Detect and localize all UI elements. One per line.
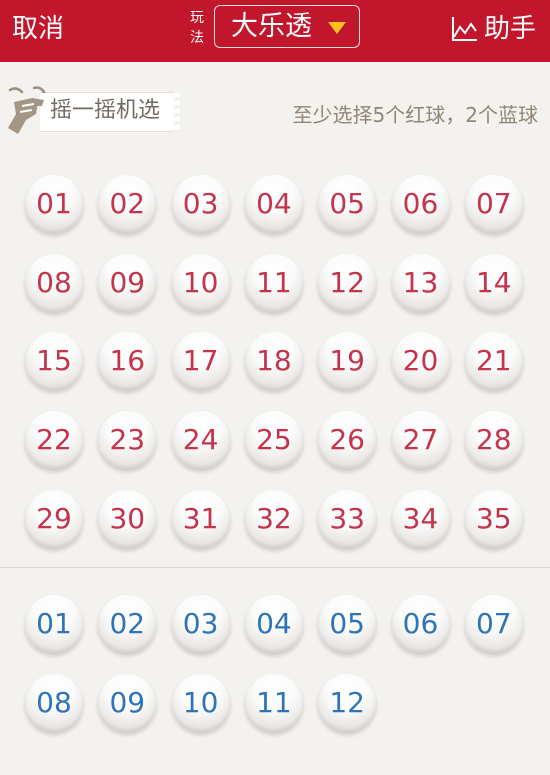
blue-ball-11[interactable]: 11	[244, 673, 303, 732]
red-ball-19[interactable]: 19	[318, 332, 377, 391]
red-ball-22[interactable]: 22	[25, 411, 83, 470]
red-ball-03[interactable]: 03	[171, 175, 230, 233]
selection-hint: 至少选择5个红球，2个蓝球	[292, 103, 538, 127]
red-ball-06[interactable]: 06	[391, 175, 450, 233]
shake-random-pick-button[interactable]: 摇一摇机选	[0, 84, 180, 138]
red-ball-13[interactable]: 13	[391, 253, 450, 312]
red-ball-07[interactable]: 07	[464, 175, 523, 233]
red-ball-24[interactable]: 24	[171, 411, 230, 470]
game-type-selector[interactable]: 大乐透	[214, 5, 360, 48]
blue-ball-12[interactable]: 12	[318, 673, 377, 732]
red-ball-32[interactable]: 32	[244, 489, 303, 548]
red-ball-14[interactable]: 14	[464, 253, 523, 312]
red-ball-12[interactable]: 12	[318, 253, 377, 312]
red-ball-33[interactable]: 33	[318, 489, 377, 548]
red-ball-34[interactable]: 34	[391, 489, 450, 548]
red-ball-16[interactable]: 16	[98, 332, 157, 391]
chart-icon	[452, 17, 477, 41]
red-ball-25[interactable]: 25	[244, 411, 303, 470]
blue-ball-04[interactable]: 04	[244, 595, 303, 653]
helper-button[interactable]: 助手	[450, 12, 536, 46]
red-ball-15[interactable]: 15	[25, 332, 83, 391]
red-ball-02[interactable]: 02	[98, 175, 157, 233]
red-ball-21[interactable]: 21	[464, 332, 523, 391]
blue-ball-07[interactable]: 07	[464, 595, 523, 653]
red-ball-20[interactable]: 20	[391, 332, 450, 391]
red-ball-04[interactable]: 04	[244, 175, 303, 233]
blue-ball-09[interactable]: 09	[98, 673, 157, 732]
red-ball-01[interactable]: 01	[25, 175, 83, 233]
red-ball-09[interactable]: 09	[98, 253, 157, 312]
red-ball-31[interactable]: 31	[171, 489, 230, 548]
red-ball-17[interactable]: 17	[171, 332, 230, 391]
blue-ball-10[interactable]: 10	[171, 673, 230, 732]
top-bar: 取消 玩法 大乐透 助手	[0, 0, 550, 62]
red-ball-11[interactable]: 11	[244, 253, 303, 312]
shake-hand-icon	[8, 86, 46, 134]
blue-ball-05[interactable]: 05	[318, 595, 377, 653]
blue-ball-01[interactable]: 01	[25, 595, 83, 653]
red-ball-30[interactable]: 30	[98, 489, 157, 548]
red-ball-26[interactable]: 26	[318, 411, 377, 470]
helper-label: 助手	[484, 14, 537, 44]
red-ball-08[interactable]: 08	[25, 253, 83, 312]
red-ball-29[interactable]: 29	[25, 489, 83, 548]
red-ball-05[interactable]: 05	[318, 175, 377, 233]
red-ball-27[interactable]: 27	[391, 411, 450, 470]
section-divider	[0, 567, 550, 568]
blue-ball-08[interactable]: 08	[25, 673, 83, 732]
game-name: 大乐透	[231, 11, 312, 42]
blue-ball-02[interactable]: 02	[98, 595, 157, 653]
red-ball-23[interactable]: 23	[98, 411, 157, 470]
play-type-label: 玩法	[190, 10, 204, 46]
red-ball-35[interactable]: 35	[464, 489, 523, 548]
red-ball-28[interactable]: 28	[464, 411, 523, 470]
cancel-button[interactable]: 取消	[12, 12, 64, 46]
red-ball-18[interactable]: 18	[244, 332, 303, 391]
shake-label: 摇一摇机选	[50, 98, 161, 123]
red-ball-10[interactable]: 10	[171, 253, 230, 312]
dropdown-triangle-icon	[328, 22, 346, 34]
blue-ball-06[interactable]: 06	[391, 595, 450, 653]
blue-ball-03[interactable]: 03	[171, 595, 230, 653]
